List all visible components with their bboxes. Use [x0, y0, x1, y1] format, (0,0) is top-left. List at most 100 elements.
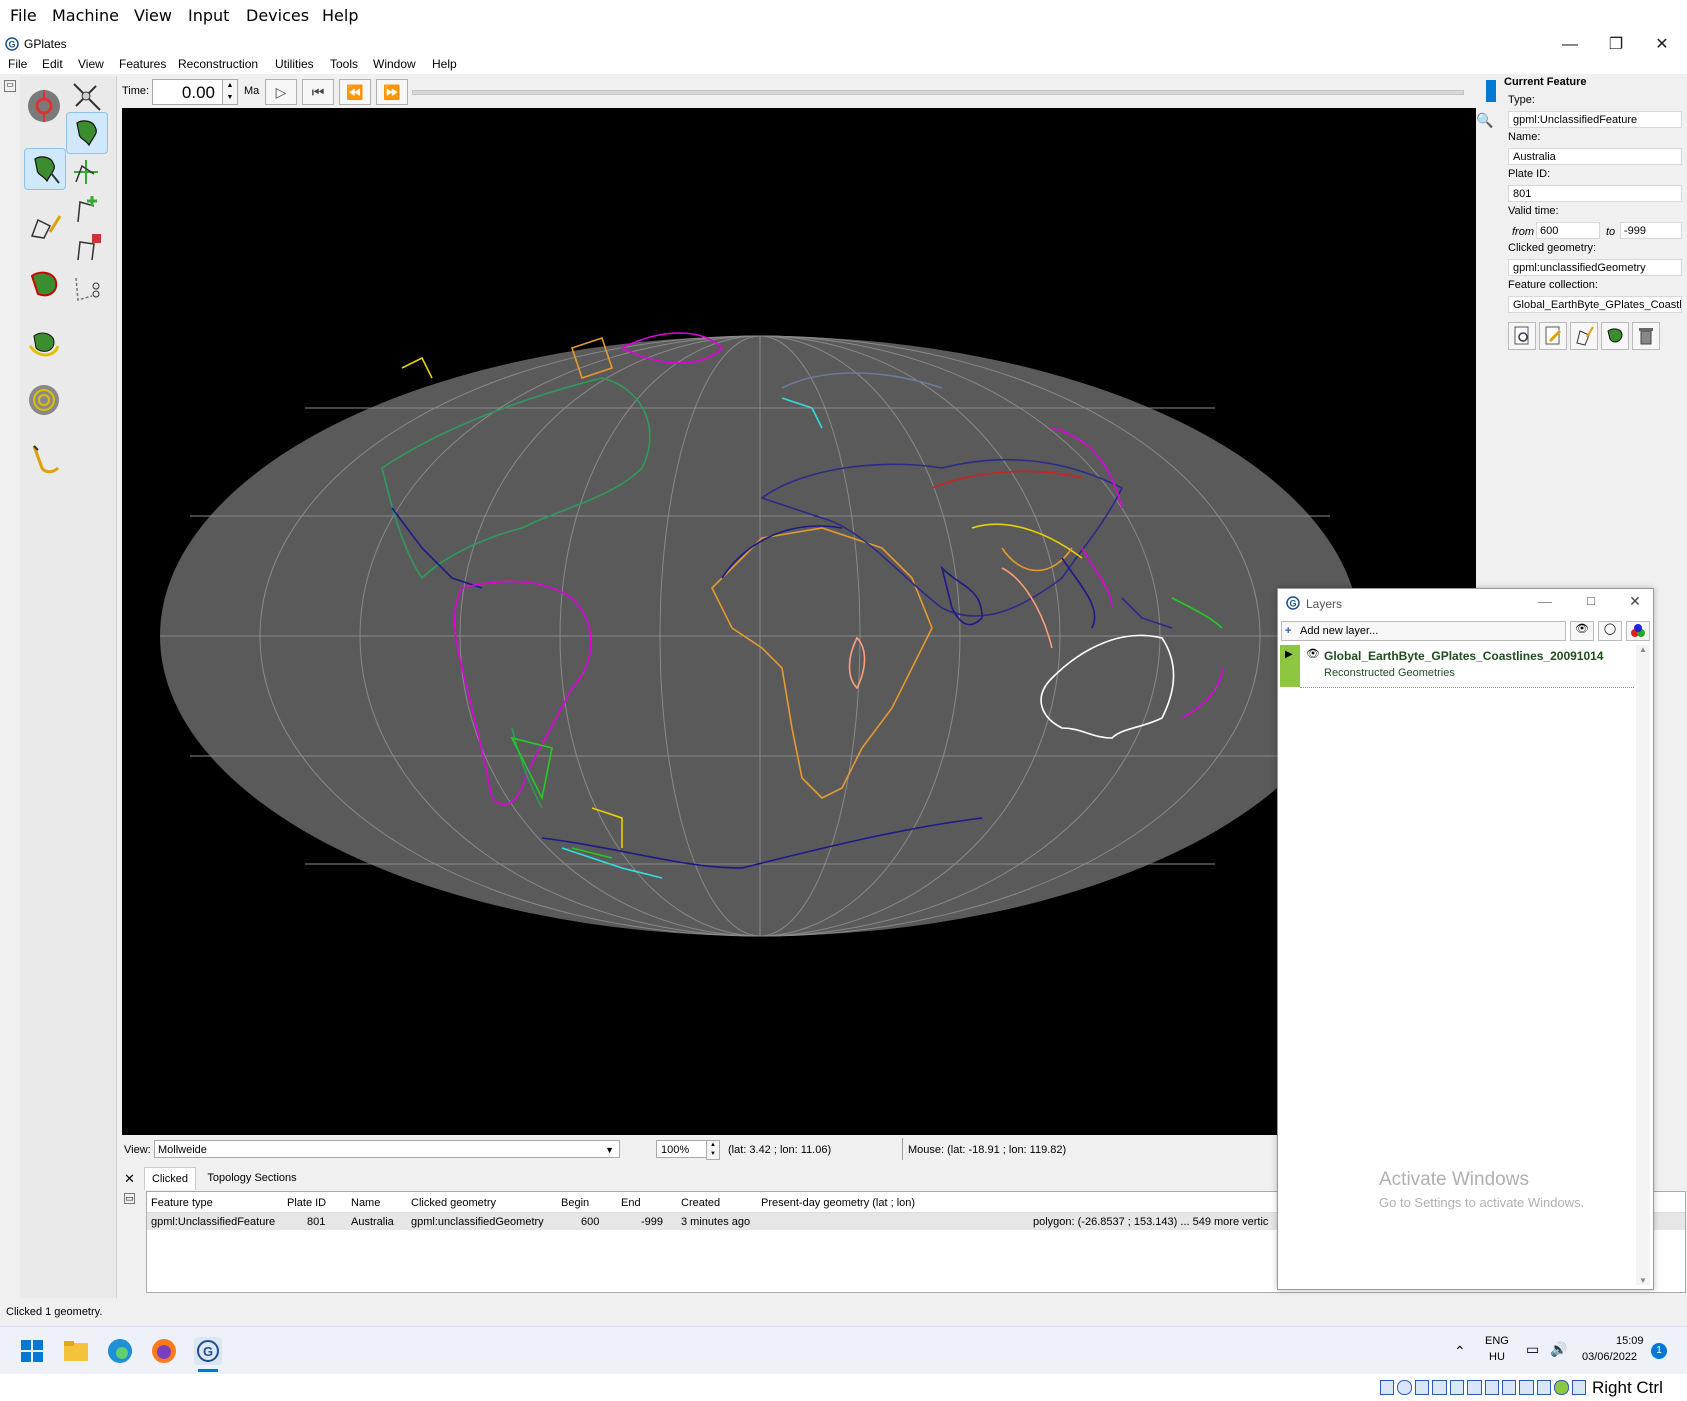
usb-icon[interactable] — [1449, 1380, 1465, 1395]
optical-drive-icon[interactable] — [1397, 1380, 1412, 1395]
reconstruct-icon[interactable] — [1601, 322, 1629, 350]
small-circle-icon[interactable] — [24, 380, 64, 420]
keyboard-layout[interactable]: HU — [1489, 1351, 1505, 1363]
column-header[interactable]: Created — [681, 1197, 720, 1209]
name-field[interactable]: Australia — [1508, 148, 1682, 165]
drag-globe-icon[interactable] — [24, 86, 64, 126]
time-slider-track[interactable] — [412, 90, 1464, 95]
maximize-button[interactable]: ❐ — [1596, 34, 1636, 56]
clicked-geometry-field[interactable]: gpml:unclassifiedGeometry — [1508, 259, 1682, 276]
zoom-tool-icon[interactable] — [66, 76, 106, 116]
insert-vertex-icon[interactable] — [66, 190, 106, 230]
hide-all-layers-icon[interactable]: ◯ — [1598, 621, 1622, 641]
feature-collection-field[interactable]: Global_EarthByte_GPlates_Coastline — [1508, 296, 1682, 313]
keyboard-icon[interactable] — [1571, 1380, 1587, 1395]
zoom-spinner[interactable]: ▲ ▼ — [706, 1140, 720, 1160]
layers-maximize-button[interactable]: □ — [1576, 593, 1606, 613]
column-header[interactable]: Name — [351, 1197, 380, 1209]
volume-icon[interactable]: 🔊 — [1550, 1341, 1567, 1358]
close-panel-icon[interactable]: ✕ — [124, 1171, 135, 1187]
clock-time[interactable]: 15:09 — [1616, 1335, 1644, 1347]
menu-tools[interactable]: Tools — [330, 57, 358, 71]
time-spinner[interactable]: ▲ ▼ — [222, 79, 238, 105]
column-header[interactable]: Feature type — [151, 1197, 213, 1209]
restore-dock-icon[interactable]: ▭ — [4, 80, 16, 92]
select-feature-icon[interactable] — [66, 112, 108, 154]
layers-minimize-button[interactable]: — — [1530, 593, 1560, 613]
digitise-geometry-icon[interactable] — [24, 206, 64, 246]
time-slider-handle[interactable] — [1486, 80, 1496, 102]
menu-window[interactable]: Window — [373, 57, 416, 71]
query-feature-icon[interactable] — [1508, 322, 1536, 350]
colour-layers-icon[interactable] — [1626, 621, 1650, 641]
gplates-icon[interactable]: G — [194, 1337, 222, 1365]
vm-menu-input[interactable]: Input — [188, 6, 229, 25]
vm-menu-machine[interactable]: Machine — [52, 6, 119, 25]
show-all-layers-icon[interactable]: 👁 — [1570, 621, 1594, 641]
vm-menu-view[interactable]: View — [134, 6, 172, 25]
tab-clicked[interactable]: Clicked — [144, 1167, 196, 1190]
topology-icon[interactable] — [24, 264, 64, 304]
delete-vertex-icon[interactable] — [66, 228, 106, 268]
to-field[interactable]: -999 — [1620, 222, 1682, 239]
pole-manipulation-icon[interactable] — [24, 322, 64, 362]
vm-menu-devices[interactable]: Devices — [246, 6, 309, 25]
file-explorer-icon[interactable] — [62, 1337, 90, 1365]
menu-utilities[interactable]: Utilities — [275, 57, 314, 71]
vm-menu-help[interactable]: Help — [322, 6, 358, 25]
network-adapter-icon[interactable] — [1432, 1380, 1447, 1395]
menu-features[interactable]: Features — [119, 57, 166, 71]
shared-folder-icon[interactable] — [1467, 1380, 1482, 1395]
cpu-icon[interactable] — [1519, 1380, 1534, 1395]
menu-file[interactable]: File — [8, 57, 27, 71]
split-feature-icon[interactable] — [66, 268, 106, 308]
layers-close-button[interactable]: ✕ — [1620, 593, 1650, 613]
column-header[interactable]: Plate ID — [287, 1197, 326, 1209]
windows-start-icon[interactable] — [18, 1337, 46, 1365]
column-header[interactable]: Clicked geometry — [411, 1197, 496, 1209]
menu-reconstruction[interactable]: Reconstruction — [178, 57, 258, 71]
edge-icon[interactable] — [106, 1337, 134, 1365]
projection-select[interactable]: Mollweide ▼ — [154, 1140, 620, 1158]
play-button[interactable]: ▷ — [265, 79, 297, 105]
column-header[interactable]: End — [621, 1197, 641, 1209]
layers-scrollbar[interactable]: ▲ ▼ — [1636, 645, 1650, 1285]
plate-id-field[interactable]: 801 — [1508, 185, 1682, 202]
chevron-up-icon[interactable]: ⌃ — [1454, 1343, 1466, 1360]
column-header[interactable]: Begin — [561, 1197, 589, 1209]
reset-to-begin-button[interactable]: ⏮ — [302, 79, 334, 105]
clone-geometry-icon[interactable] — [1570, 322, 1598, 350]
add-new-layer-button[interactable]: + Add new layer... — [1281, 621, 1566, 641]
vm-menu-file[interactable]: File — [10, 6, 37, 25]
display-icon[interactable] — [1484, 1380, 1499, 1395]
float-panel-icon[interactable]: ▭ — [124, 1193, 135, 1204]
network-icon[interactable]: ▭ — [1526, 1341, 1539, 1358]
type-field[interactable]: gpml:UnclassifiedFeature — [1508, 111, 1682, 128]
delete-feature-icon[interactable] — [1632, 322, 1660, 350]
notification-badge[interactable]: 1 — [1651, 1343, 1667, 1359]
minimize-button[interactable]: — — [1550, 34, 1590, 56]
measure-distance-icon[interactable] — [24, 438, 64, 478]
hard-disk-icon[interactable] — [1380, 1380, 1395, 1395]
step-forward-button[interactable]: ⏩ — [376, 79, 408, 105]
globe-canvas[interactable] — [122, 108, 1476, 1135]
mouse-integration-icon[interactable] — [1536, 1380, 1552, 1395]
column-header[interactable]: Present-day geometry (lat ; lon) — [761, 1197, 915, 1209]
close-button[interactable]: ✕ — [1642, 34, 1682, 56]
layer-visibility-icon[interactable]: 👁 — [1306, 647, 1320, 660]
choose-feature-icon[interactable] — [24, 148, 66, 190]
layer-name[interactable]: Global_EarthByte_GPlates_Coastlines_2009… — [1324, 649, 1603, 663]
step-back-button[interactable]: ⏪ — [339, 79, 371, 105]
time-input[interactable]: 0.00 — [152, 79, 224, 105]
audio-icon[interactable] — [1414, 1380, 1430, 1395]
expand-layer-icon[interactable]: ▶ — [1285, 649, 1293, 660]
tab-topology-sections[interactable]: Topology Sections — [202, 1167, 302, 1189]
clock-date[interactable]: 03/06/2022 — [1582, 1351, 1637, 1363]
edit-feature-icon[interactable] — [1539, 322, 1567, 350]
move-vertex-icon[interactable] — [66, 152, 106, 192]
menu-view[interactable]: View — [78, 57, 104, 71]
menu-help[interactable]: Help — [432, 57, 457, 71]
firefox-icon[interactable] — [150, 1337, 178, 1365]
zoom-magnifier-icon[interactable]: 🔍 — [1476, 112, 1493, 129]
language-indicator[interactable]: ENG — [1485, 1335, 1509, 1347]
